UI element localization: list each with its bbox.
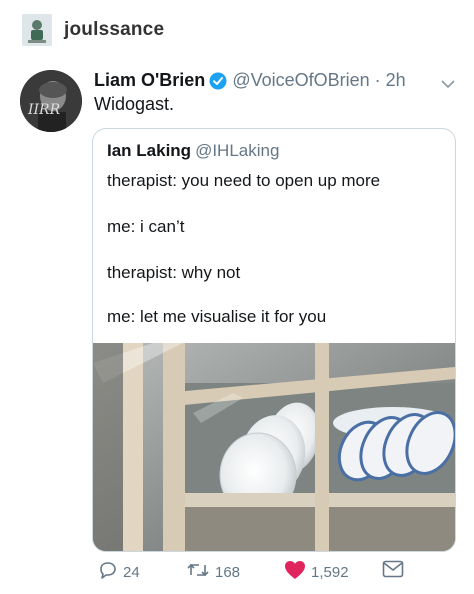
quote-handle: @IHLaking: [195, 141, 280, 160]
like-count: 1,592: [311, 563, 349, 581]
like-button[interactable]: 1,592: [284, 560, 349, 584]
quote-line-1: therapist: you need to open up more: [107, 171, 381, 190]
quote-header: Ian Laking @IHLaking: [107, 141, 279, 161]
retweet-button[interactable]: 168: [186, 560, 240, 584]
tweet-time[interactable]: 2h: [386, 70, 406, 90]
retweet-count: 168: [215, 563, 241, 581]
quote-line-2: me: i can’t: [107, 217, 185, 236]
svg-text:IIRR: IIRR: [27, 102, 61, 118]
tweet-header: Liam O'Brien @VoiceOfOBrien · 2h: [94, 70, 458, 91]
quote-line-3: therapist: why not: [107, 263, 241, 282]
tweet-actions-bar: 24 168 1,592: [98, 560, 408, 584]
tumblr-post-header: joulssance: [22, 14, 164, 46]
retweet-icon: [186, 560, 210, 584]
heart-icon: [284, 560, 306, 584]
tweet-handle-time[interactable]: @VoiceOfOBrien · 2h: [232, 70, 405, 91]
verified-badge-icon: [209, 72, 227, 90]
tweet-display-name[interactable]: Liam O'Brien: [94, 70, 205, 91]
tumblr-username[interactable]: joulssance: [64, 19, 164, 41]
reply-count: 24: [123, 563, 140, 581]
tumblr-avatar-icon[interactable]: [22, 14, 52, 46]
cabinet-plates-photo[interactable]: [93, 343, 455, 551]
tweet-author-avatar[interactable]: IIRR: [20, 70, 82, 132]
tweet-text: Widogast.: [94, 94, 175, 114]
tweet-handle[interactable]: @VoiceOfOBrien: [232, 70, 369, 90]
message-icon: [382, 560, 404, 582]
chevron-down-icon[interactable]: [440, 74, 456, 95]
quote-display-name: Ian Laking: [107, 141, 192, 160]
direct-message-button[interactable]: [382, 560, 404, 582]
quote-line-4: me: let me visualise it for you: [107, 307, 327, 326]
quoted-tweet-card[interactable]: Ian Laking @IHLaking therapist: you need …: [92, 128, 456, 552]
reply-button[interactable]: 24: [98, 560, 140, 584]
reply-icon: [98, 560, 118, 584]
